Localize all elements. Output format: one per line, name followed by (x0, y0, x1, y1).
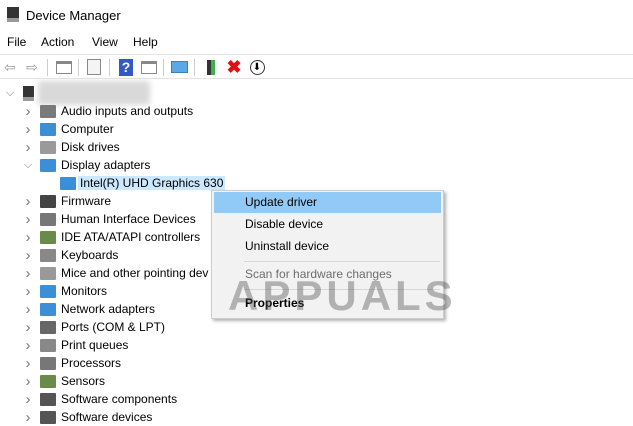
software-component-icon (40, 393, 56, 406)
forward-icon[interactable]: ⇨ (23, 58, 41, 76)
tree-item-label: Firmware (61, 194, 111, 208)
window-title: Device Manager (26, 8, 121, 23)
tree-item-label: Intel(R) UHD Graphics 630 (78, 176, 226, 190)
port-icon (40, 321, 56, 334)
menu-bar: File Action View Help (0, 32, 633, 52)
chevron-down-icon[interactable]: ⌵ (23, 159, 33, 172)
chevron-right-icon[interactable]: › (23, 265, 33, 282)
tree-item[interactable]: › Audio inputs and outputs (0, 102, 633, 120)
action-pane-icon[interactable] (140, 58, 158, 76)
tree-item-label: Mice and other pointing dev (61, 266, 209, 280)
tree-item-label: Software components (61, 392, 178, 406)
chevron-right-icon[interactable]: › (23, 211, 33, 228)
tree-item-label: Network adapters (61, 302, 156, 316)
menu-help[interactable]: Help (133, 35, 158, 49)
show-hide-console-tree-icon[interactable] (55, 58, 73, 76)
chevron-right-icon[interactable]: › (23, 103, 33, 120)
back-icon[interactable]: ⇦ (1, 58, 19, 76)
toolbar: ⇦ ⇨ ? ✖ ⬇ (0, 54, 633, 79)
tree-item-label: IDE ATA/ATAPI controllers (61, 230, 201, 244)
disk-icon (40, 141, 56, 154)
tree-item[interactable]: ⌵ Display adapters (0, 156, 633, 174)
chevron-right-icon[interactable]: › (23, 373, 33, 390)
chevron-right-icon[interactable]: › (23, 229, 33, 246)
disable-icon[interactable]: ⬇ (248, 58, 266, 76)
chip-icon (40, 195, 56, 208)
chevron-right-icon[interactable]: › (23, 391, 33, 408)
tree-item-label: Print queues (61, 338, 129, 352)
menu-item-properties[interactable]: Properties (214, 293, 441, 314)
tree-item-label: Disk drives (61, 140, 120, 154)
divider (163, 59, 164, 76)
computer-icon (40, 123, 56, 136)
tree-item[interactable]: › Print queues (0, 336, 633, 354)
tree-item-label: Keyboards (61, 248, 119, 262)
tree-item[interactable]: › Processors (0, 354, 633, 372)
display-adapter-icon (60, 177, 76, 190)
chevron-right-icon[interactable]: › (23, 337, 33, 354)
tree-item-label: Software devices (61, 410, 153, 424)
chevron-down-icon[interactable]: ⌵ (5, 87, 15, 100)
tree-item-label: Audio inputs and outputs (61, 104, 194, 118)
help-icon[interactable]: ? (117, 58, 135, 76)
chevron-right-icon[interactable]: › (23, 283, 33, 300)
tree-item-label: Processors (61, 356, 122, 370)
tree-item[interactable]: › Software components (0, 390, 633, 408)
menu-item-uninstall-device[interactable]: Uninstall device (214, 236, 441, 257)
tree-item-label: Display adapters (61, 158, 151, 172)
uninstall-icon[interactable]: ✖ (225, 57, 243, 77)
tree-item[interactable]: › Sensors (0, 372, 633, 390)
printer-icon (40, 339, 56, 352)
update-driver-icon[interactable] (202, 58, 220, 76)
tree-item[interactable]: › Ports (COM & LPT) (0, 318, 633, 336)
ide-icon (40, 231, 56, 244)
device-manager-icon (7, 7, 19, 22)
menu-item-disable-device[interactable]: Disable device (214, 214, 441, 235)
monitor-icon (40, 285, 56, 298)
menu-item-update-driver[interactable]: Update driver (214, 192, 441, 213)
processor-icon (40, 357, 56, 370)
title-bar: Device Manager (0, 0, 633, 30)
network-icon (40, 303, 56, 316)
software-device-icon (40, 411, 56, 424)
chevron-right-icon[interactable]: › (23, 121, 33, 138)
divider (78, 59, 79, 76)
divider (194, 59, 195, 76)
display-adapter-icon (40, 159, 56, 172)
scan-hardware-icon[interactable] (170, 58, 188, 76)
menu-file[interactable]: File (7, 35, 26, 49)
tree-item-label: Ports (COM & LPT) (61, 320, 166, 334)
divider (109, 59, 110, 76)
tree-item[interactable]: › Software devices (0, 408, 633, 426)
divider (47, 59, 48, 76)
mouse-icon (40, 267, 56, 280)
context-menu: Update driver Disable device Uninstall d… (211, 190, 444, 319)
tree-item[interactable]: › Disk drives (0, 138, 633, 156)
chevron-right-icon[interactable]: › (23, 355, 33, 372)
hid-icon (40, 213, 56, 226)
chevron-right-icon[interactable]: › (23, 301, 33, 318)
menu-separator (244, 261, 440, 262)
menu-action[interactable]: Action (41, 35, 74, 49)
speaker-icon (40, 105, 56, 118)
menu-separator (244, 289, 440, 290)
tree-item-label: Human Interface Devices (61, 212, 196, 226)
keyboard-icon (40, 249, 56, 262)
tree-item-label: Monitors (61, 284, 108, 298)
chevron-right-icon[interactable]: › (23, 319, 33, 336)
chevron-right-icon[interactable]: › (23, 139, 33, 156)
chevron-right-icon[interactable]: › (23, 193, 33, 210)
chevron-right-icon[interactable]: › (23, 247, 33, 264)
properties-icon[interactable] (85, 58, 103, 76)
menu-item-scan-hardware[interactable]: Scan for hardware changes (214, 264, 441, 285)
menu-view[interactable]: View (92, 35, 118, 49)
sensor-icon (40, 375, 56, 388)
chevron-right-icon[interactable]: › (23, 409, 33, 426)
tree-root[interactable]: ⌵ (0, 81, 200, 105)
tree-item-label: Sensors (61, 374, 106, 388)
tree-item-label: Computer (61, 122, 114, 136)
tree-item[interactable]: › Computer (0, 120, 633, 138)
computer-root-icon (23, 86, 34, 101)
